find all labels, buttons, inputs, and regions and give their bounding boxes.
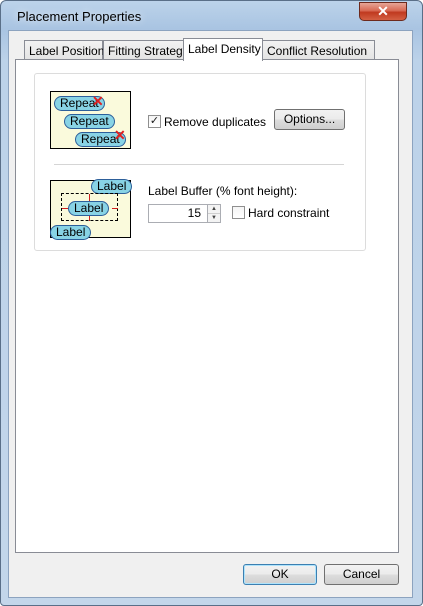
preview-repeat-label: Repeat [64, 114, 115, 129]
tab-label-position[interactable]: Label Position [24, 40, 104, 60]
spin-up-icon[interactable]: ▲ [208, 205, 220, 214]
hard-constraint-label[interactable]: Hard constraint [248, 206, 329, 220]
buffer-arrow-right [112, 208, 118, 209]
buffer-arrow-bottom [89, 216, 90, 221]
hard-constraint-checkbox[interactable] [232, 206, 245, 219]
spin-down-icon[interactable]: ▼ [208, 214, 220, 223]
label-buffer-title: Label Buffer (% font height): [148, 184, 298, 198]
buffer-arrow-left [62, 208, 68, 209]
window-title: Placement Properties [17, 9, 142, 24]
preview-label: Label [91, 179, 133, 194]
ok-button[interactable]: OK [243, 564, 317, 585]
remove-x-icon: ✕ [114, 127, 126, 143]
cancel-button[interactable]: Cancel [324, 564, 399, 585]
preview-label: Label [50, 225, 92, 240]
duplicates-preview-image: Repeat ✕ Repeat Repeat ✕ [50, 91, 131, 149]
tab-conflict-resolution[interactable]: Conflict Resolution [262, 40, 375, 60]
label-buffer-input[interactable]: 15 [148, 204, 208, 223]
buffer-arrow-top [89, 194, 90, 201]
options-button[interactable]: Options... [274, 109, 345, 130]
preview-label: Label [68, 201, 110, 216]
group-divider [54, 164, 344, 165]
remove-duplicates-label[interactable]: Remove duplicates [164, 115, 266, 129]
close-icon[interactable]: ✕ [359, 2, 407, 21]
remove-x-icon: ✕ [92, 93, 104, 109]
buffer-preview-image: Label Label Label [50, 179, 133, 240]
title-bar[interactable]: Placement Properties ✕ [1, 1, 422, 31]
label-buffer-spinner[interactable]: ▲ ▼ [207, 204, 221, 223]
tab-label-density[interactable]: Label Density [183, 38, 263, 61]
remove-duplicates-checkbox[interactable]: ✓ [148, 115, 161, 128]
